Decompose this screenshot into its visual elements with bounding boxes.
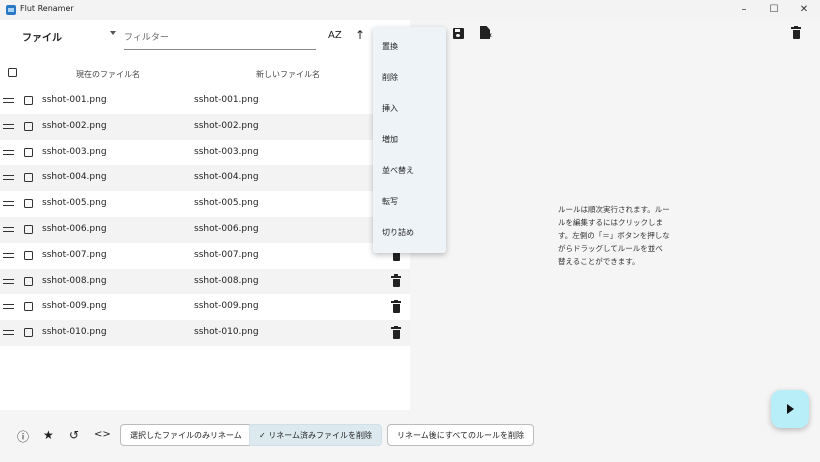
trash-icon[interactable] [391, 274, 402, 289]
star-icon[interactable]: ★ [43, 428, 54, 442]
drag-handle-icon[interactable] [3, 149, 14, 155]
row-checkbox[interactable] [24, 173, 33, 183]
arrow-up-icon[interactable]: ↑ [355, 28, 365, 42]
menu-item-insert[interactable]: 挿入 [382, 103, 398, 114]
new-filename: sshot-010.png [194, 327, 259, 338]
row-checkbox[interactable] [24, 96, 33, 105]
table-row[interactable]: sshot-002.png sshot-002.png [0, 113, 410, 140]
current-filename: sshot-004.png [42, 172, 107, 183]
menu-item-increment[interactable]: 増加 [382, 134, 398, 145]
menu-item-replace[interactable]: 置換 [382, 41, 398, 52]
new-filename: sshot-006.png [194, 223, 259, 234]
row-checkbox[interactable] [24, 121, 33, 131]
filter-field[interactable] [124, 25, 316, 50]
trash-icon-shape [791, 25, 802, 40]
add-rule-menu: 置換 削除 挿入 増加 並べ替え 転写 切り詰め [373, 27, 446, 253]
info-icon[interactable]: ⓘ [17, 428, 29, 445]
app-icon [6, 5, 16, 15]
menu-item-transcribe[interactable]: 転写 [382, 196, 398, 207]
new-filename: sshot-008.png [194, 275, 259, 286]
drag-handle-icon[interactable] [3, 175, 14, 181]
table-row[interactable]: sshot-010.png sshot-010.png [0, 320, 410, 346]
row-checkbox[interactable] [24, 199, 33, 209]
table-row[interactable]: sshot-005.png sshot-005.png [0, 191, 410, 217]
drag-handle-icon[interactable] [3, 252, 14, 258]
code-icon[interactable]: <> [94, 429, 111, 440]
table-row[interactable]: sshot-006.png sshot-006.png [0, 216, 410, 243]
row-checkbox[interactable] [24, 276, 33, 286]
row-checkbox[interactable] [24, 147, 33, 157]
drag-handle-icon[interactable] [3, 330, 14, 336]
chevron-down-icon[interactable] [110, 31, 116, 35]
current-filename: sshot-009.png [42, 301, 107, 312]
history-icon[interactable]: ↺ [69, 428, 79, 442]
select-all-checkbox[interactable] [8, 68, 17, 77]
new-filename: sshot-009.png [194, 301, 259, 312]
current-filename: sshot-008.png [42, 275, 107, 286]
new-filename: sshot-005.png [194, 198, 259, 209]
check-icon: ✓ [259, 431, 266, 440]
document-icon-mark: x [488, 32, 492, 39]
window-title: Flut Renamer [20, 4, 74, 13]
table-row[interactable]: sshot-004.png sshot-004.png [0, 165, 410, 192]
remove-all-rules-toggle[interactable]: リネーム後にすべてのルールを削除 [387, 424, 534, 446]
menu-item-rearrange[interactable]: 並べ替え [382, 165, 414, 176]
rules-help-text: ルールは順次実行されます。ルールを編集するにはクリックします。左側の「＝」ボタン… [558, 205, 670, 266]
current-filename: sshot-003.png [42, 146, 107, 157]
new-filename: sshot-001.png [194, 95, 259, 105]
current-filename: sshot-002.png [42, 120, 107, 131]
minimize-button[interactable]: – [736, 3, 752, 17]
new-filename: sshot-003.png [194, 146, 259, 157]
table-row[interactable]: sshot-007.png sshot-007.png [0, 243, 410, 269]
save-icon[interactable] [453, 28, 464, 39]
current-filename: sshot-006.png [42, 223, 107, 234]
row-checkbox[interactable] [24, 302, 33, 312]
drag-handle-icon[interactable] [3, 201, 14, 207]
menu-item-truncate[interactable]: 切り詰め [382, 227, 414, 238]
table-row[interactable]: sshot-003.png sshot-003.png [0, 140, 410, 166]
row-checkbox[interactable] [24, 250, 33, 260]
drag-handle-icon[interactable] [3, 278, 14, 284]
row-checkbox[interactable] [24, 328, 33, 338]
trash-icon[interactable] [391, 299, 402, 314]
rename-selected-only-toggle[interactable]: 選択したファイルのみリネーム [120, 424, 252, 446]
drag-handle-icon[interactable] [3, 304, 14, 310]
run-button[interactable] [771, 390, 809, 428]
table-header: 現在のファイル名 新しいファイル名 [0, 62, 410, 86]
current-filename: sshot-005.png [42, 198, 107, 209]
table-row[interactable]: sshot-001.png sshot-001.png [0, 88, 410, 114]
row-checkbox[interactable] [24, 224, 33, 234]
header-new-name: 新しいファイル名 [256, 70, 320, 79]
close-button[interactable]: ✕ [796, 3, 812, 17]
table-row[interactable]: sshot-008.png sshot-008.png [0, 268, 410, 295]
menu-item-delete[interactable]: 削除 [382, 72, 398, 83]
filter-input[interactable] [124, 29, 316, 43]
new-filename: sshot-007.png [194, 249, 259, 260]
file-list: sshot-001.png sshot-001.png sshot-002.png… [0, 88, 410, 346]
trash-icon[interactable] [391, 325, 402, 340]
remove-renamed-label: リネーム済みファイルを削除 [268, 431, 373, 440]
current-filename: sshot-010.png [42, 327, 107, 338]
current-filename: sshot-001.png [42, 95, 107, 105]
trash-icon[interactable] [791, 25, 802, 40]
new-filename: sshot-004.png [194, 172, 259, 183]
table-row[interactable]: sshot-009.png sshot-009.png [0, 294, 410, 320]
remove-renamed-toggle[interactable]: ✓ リネーム済みファイルを削除 [249, 424, 383, 446]
drag-handle-icon[interactable] [3, 123, 14, 129]
drag-handle-icon[interactable] [3, 98, 14, 103]
drag-handle-icon[interactable] [3, 226, 14, 232]
maximize-button[interactable]: ☐ [766, 3, 782, 17]
title-bar: Flut Renamer – ☐ ✕ [0, 0, 820, 20]
file-dropdown[interactable]: ファイル [22, 29, 62, 44]
sort-az-icon[interactable]: AZ [328, 30, 342, 41]
header-current-name: 現在のファイル名 [76, 70, 140, 79]
current-filename: sshot-007.png [42, 249, 107, 260]
new-filename: sshot-002.png [194, 120, 259, 131]
